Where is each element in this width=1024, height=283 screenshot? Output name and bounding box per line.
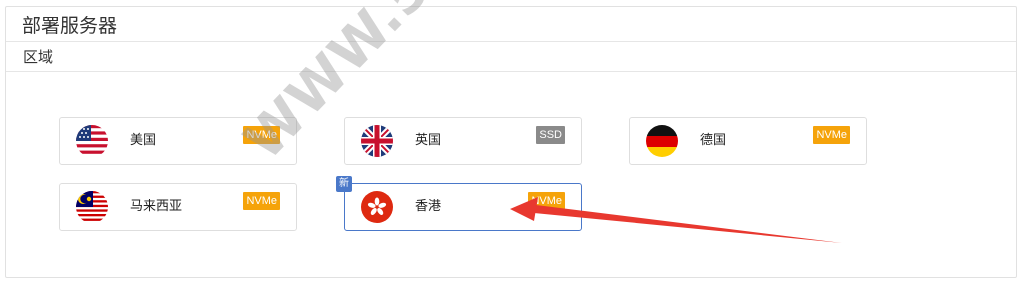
usa-flag-icon <box>76 125 108 157</box>
region-label-uk: 英国 <box>415 133 442 148</box>
new-badge: 新 <box>336 176 352 192</box>
region-label-hongkong: 香港 <box>415 199 442 214</box>
region-card-germany[interactable]: 德国 NVMe <box>629 117 867 165</box>
region-card-malaysia[interactable]: 马来西亚 NVMe <box>59 183 297 231</box>
ssd-badge: SSD <box>536 126 565 144</box>
region-label-usa: 美国 <box>130 133 157 148</box>
uk-flag-icon <box>361 125 393 157</box>
nvme-badge: NVMe <box>243 126 280 144</box>
malaysia-flag-icon <box>76 191 108 223</box>
hongkong-flag-icon <box>361 191 393 223</box>
nvme-badge: NVMe <box>813 126 850 144</box>
region-card-hongkong[interactable]: 新 香港 NVMe <box>336 176 582 231</box>
region-label-malaysia: 马来西亚 <box>130 199 183 214</box>
region-label-germany: 德国 <box>700 133 727 148</box>
nvme-badge: NVMe <box>528 192 565 210</box>
deploy-server-page: 部署服务器 区域 美国 NVMe 英国 SSD 德国 NVMe 马来西亚 NVM… <box>0 0 1024 283</box>
nvme-badge: NVMe <box>243 192 280 210</box>
region-card-usa[interactable]: 美国 NVMe <box>59 117 297 165</box>
region-card-uk[interactable]: 英国 SSD <box>344 117 582 165</box>
region-section-label: 区域 <box>6 42 1016 72</box>
page-title: 部署服务器 <box>6 7 1016 42</box>
germany-flag-icon <box>646 125 678 157</box>
